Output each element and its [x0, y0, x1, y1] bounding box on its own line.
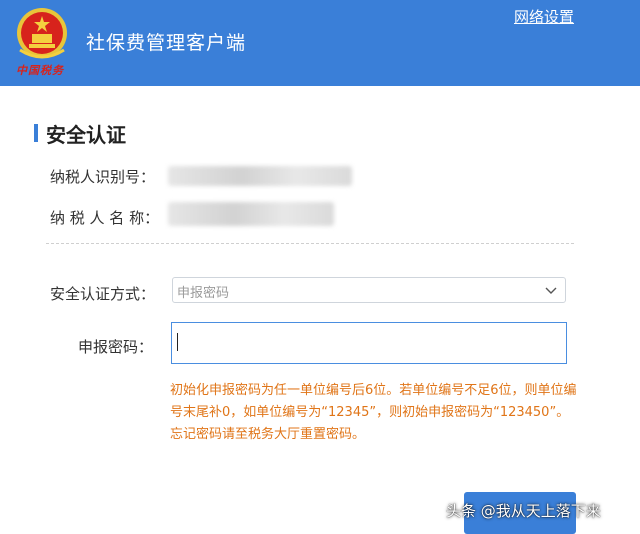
password-hint: 初始化申报密码为任一单位编号后6位。若单位编号不足6位，则单位编号末尾补0，如单… [170, 383, 577, 442]
auth-method-select[interactable]: 申报密码 [172, 277, 566, 303]
password-input[interactable] [171, 322, 567, 364]
app-header: 中国税务 社保费管理客户端 网络设置 [0, 0, 640, 86]
auth-method-selected: 申报密码 [177, 286, 230, 301]
taxpayer-name-value-redacted [168, 202, 334, 226]
taxpayer-name-label: 纳 税 人 名 称： [50, 209, 160, 227]
emblem-caption: 中国税务 [16, 64, 64, 77]
chevron-down-icon [545, 287, 557, 294]
section-divider [46, 243, 574, 244]
password-label: 申报密码： [78, 338, 154, 356]
taxpayer-id-value-redacted [168, 166, 352, 186]
network-settings-link[interactable]: 网络设置 [514, 6, 574, 27]
section-title: 安全认证 [46, 123, 126, 147]
taxpayer-id-label: 纳税人识别号： [50, 168, 156, 186]
auth-method-label: 安全认证方式： [50, 285, 156, 303]
tax-emblem-icon [17, 8, 67, 59]
text-caret [177, 333, 178, 351]
app-title: 社保费管理客户端 [86, 32, 247, 54]
watermark-text: 头条 @我从天上落下来 [446, 502, 601, 520]
section-accent-bar [34, 124, 38, 142]
